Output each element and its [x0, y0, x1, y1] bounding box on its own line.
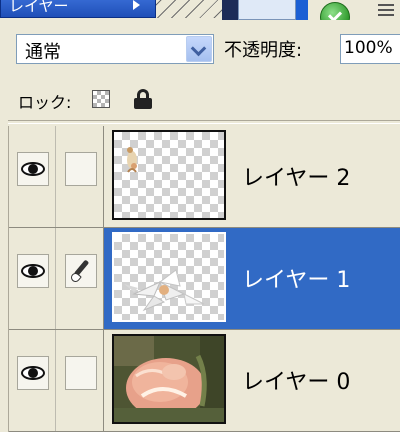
window-edge	[222, 0, 238, 20]
layer-row[interactable]: レイヤー 2	[9, 126, 400, 228]
panel-menu-icon[interactable]	[378, 4, 394, 16]
blend-mode-select[interactable]: 通常	[16, 34, 214, 64]
column-separator	[55, 126, 56, 227]
visibility-toggle[interactable]	[17, 254, 49, 288]
panel-header: レイヤー	[0, 0, 400, 20]
layers-tab-label: レイヤー	[9, 0, 69, 15]
visibility-toggle[interactable]	[17, 356, 49, 390]
window-border	[296, 0, 308, 20]
go-icon[interactable]	[320, 2, 350, 20]
layer-thumbnail	[112, 232, 226, 322]
layer-name: レイヤー 1	[242, 268, 351, 293]
thumbnail-art	[114, 336, 224, 422]
link-toggle[interactable]	[65, 356, 97, 390]
divider	[8, 120, 400, 124]
layer-name-area[interactable]: レイヤー 0	[103, 330, 400, 431]
layer-name: レイヤー 2	[242, 166, 351, 191]
preview-box	[238, 0, 296, 20]
layer-name-area[interactable]: レイヤー 2	[103, 126, 400, 227]
column-separator	[55, 330, 56, 431]
column-separator	[55, 228, 56, 329]
brush-icon	[69, 259, 92, 284]
thumbnail-art	[124, 269, 205, 312]
eye-icon	[21, 264, 45, 278]
lock-bar: ロック:	[0, 80, 400, 122]
layers-list: レイヤー 2 レイヤー 1 レイヤー 0	[8, 126, 400, 432]
layer-name: レイヤー 0	[242, 370, 351, 395]
dropdown-arrow-icon[interactable]	[186, 36, 212, 62]
visibility-toggle[interactable]	[17, 152, 49, 186]
opacity-label: 不透明度:	[224, 40, 303, 61]
eye-icon	[21, 162, 45, 176]
link-toggle[interactable]	[65, 152, 97, 186]
lock-transparency-icon[interactable]	[92, 90, 110, 108]
layer-row-selected[interactable]: レイヤー 1	[9, 228, 400, 330]
layer-row[interactable]: レイヤー 0	[9, 330, 400, 432]
panel-menu-arrow-icon[interactable]	[133, 0, 140, 10]
layers-tab[interactable]: レイヤー	[0, 0, 156, 18]
opacity-input[interactable]: 100%	[340, 34, 400, 64]
eye-icon	[21, 366, 45, 380]
link-toggle[interactable]	[65, 254, 97, 288]
tab-separator	[156, 0, 223, 18]
layer-thumbnail	[112, 334, 226, 424]
blend-mode-value: 通常	[25, 42, 61, 63]
lock-all-icon[interactable]	[134, 89, 152, 109]
thumbnail-art	[127, 147, 137, 173]
lock-label: ロック:	[18, 93, 72, 112]
layer-options-bar: 通常 不透明度: 100%	[0, 20, 400, 80]
layer-thumbnail	[112, 130, 226, 220]
layer-name-area[interactable]: レイヤー 1	[103, 228, 400, 329]
